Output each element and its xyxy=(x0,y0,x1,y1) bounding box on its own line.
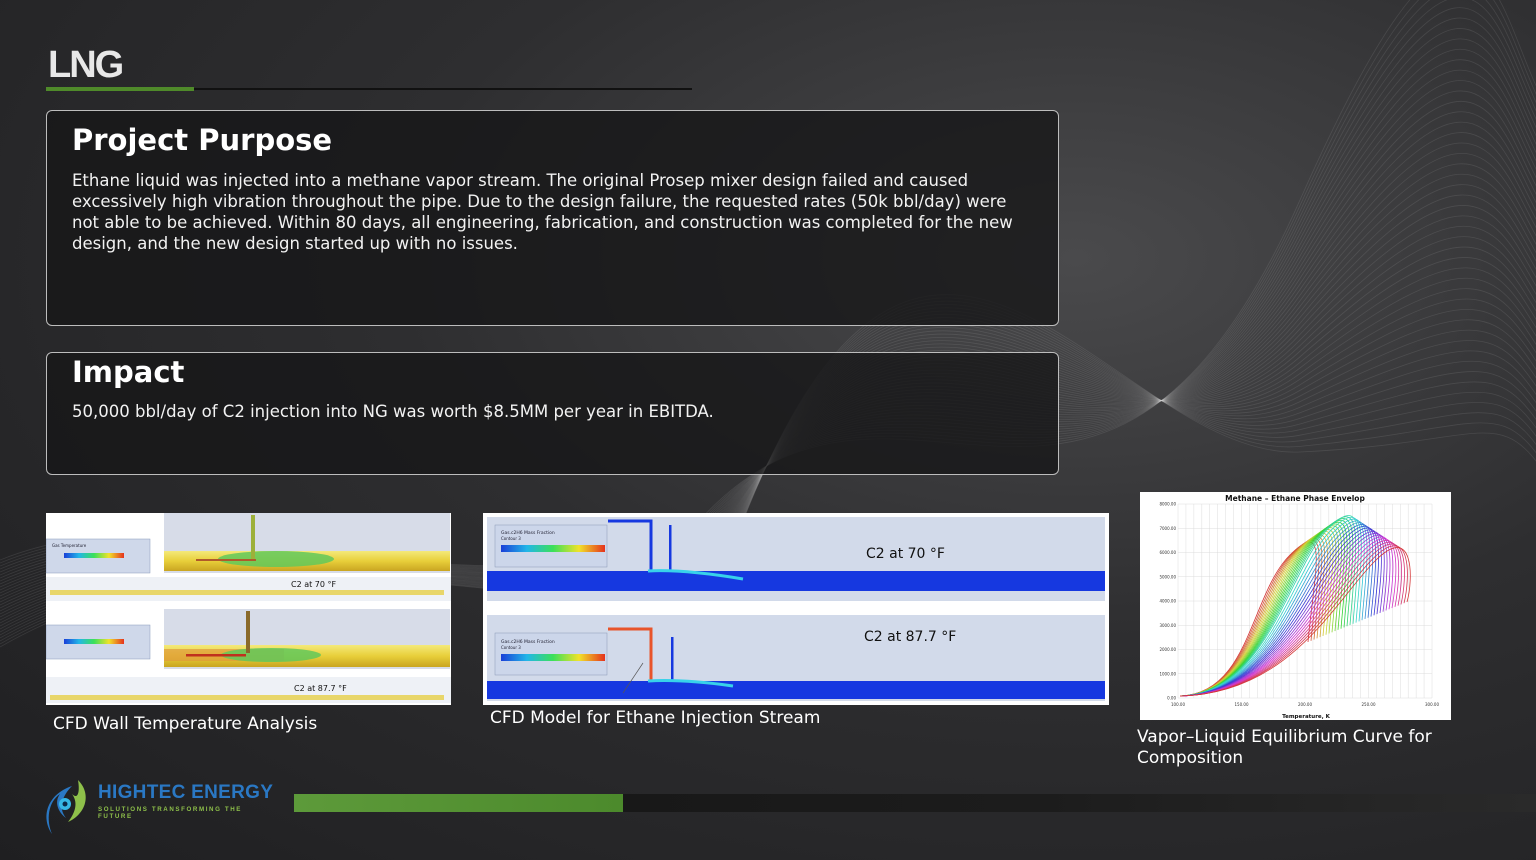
impact-heading: Impact xyxy=(72,355,185,389)
brand-name: HIGHTEC ENERGY xyxy=(98,782,274,803)
vle-caption: Vapor–Liquid Equilibrium Curve for Compo… xyxy=(1137,727,1432,768)
injection-legend-sub-bottom: Contour 3 xyxy=(501,645,521,650)
vle-x-tick-label: 100.00 xyxy=(1171,702,1185,707)
vle-y-tick-label: 0.00 xyxy=(1167,696,1176,701)
vle-chart-title: Methane – Ethane Phase Envelop xyxy=(1225,494,1365,503)
injection-label-top: C2 at 70 °F xyxy=(866,546,945,562)
project-purpose-card: Project Purpose Ethane liquid was inject… xyxy=(46,110,1059,326)
title-underline-accent xyxy=(46,87,194,91)
vle-phase-envelope-image: Methane – Ethane Phase Envelop 0.00 1000.… xyxy=(1140,492,1451,720)
wall-temp-label-top: C2 at 70 °F xyxy=(291,580,337,589)
slide-title: LNG xyxy=(48,44,124,86)
brand-tagline: SOLUTIONS TRANSFORMING THE FUTURE xyxy=(98,806,243,820)
logo-swirl-icon xyxy=(46,780,86,834)
wall-temp-legend-title: Gas Temperature xyxy=(52,543,87,548)
title-underline xyxy=(194,88,692,90)
injection-label-bottom: C2 at 87.7 °F xyxy=(864,629,956,645)
vle-x-tick-label: 200.00 xyxy=(1298,702,1312,707)
cfd-injection-caption: CFD Model for Ethane Injection Stream xyxy=(490,708,821,728)
project-purpose-heading: Project Purpose xyxy=(72,123,333,157)
wall-temp-label-bottom: C2 at 87.7 °F xyxy=(294,684,347,693)
impact-text: 50,000 bbl/day of C2 injection into NG w… xyxy=(72,402,714,421)
vle-y-tick-label: 6000.00 xyxy=(1159,550,1176,555)
cfd-wall-temperature-image: Gas Temperature C2 at 70 °F C2 at 87.7 °… xyxy=(46,513,451,705)
impact-card: Impact 50,000 bbl/day of C2 injection in… xyxy=(46,352,1059,475)
vle-x-axis-label: Temperature, K xyxy=(1282,714,1331,720)
vle-y-tick-label: 2000.00 xyxy=(1159,647,1176,652)
vle-y-tick-label: 8000.00 xyxy=(1159,502,1176,507)
vle-x-tick-label: 300.00 xyxy=(1425,702,1439,707)
vle-y-tick-label: 3000.00 xyxy=(1159,623,1176,628)
cfd-wall-temperature-caption: CFD Wall Temperature Analysis xyxy=(53,714,318,734)
cfd-injection-image: Gas.c2H6 Mass Fraction Contour 3 C2 at 7… xyxy=(483,513,1109,705)
vle-y-tick-label: 5000.00 xyxy=(1159,574,1176,579)
vle-x-tick-label: 150.00 xyxy=(1235,702,1249,707)
project-purpose-text: Ethane liquid was injected into a methan… xyxy=(72,171,1013,253)
slide-progress-bar xyxy=(294,794,1536,812)
vle-y-tick-label: 1000.00 xyxy=(1159,671,1176,676)
vle-x-tick-label: 250.00 xyxy=(1362,702,1376,707)
hightec-energy-logo: HIGHTEC ENERGY SOLUTIONS TRANSFORMING TH… xyxy=(38,772,278,844)
injection-legend-sub-top: Contour 3 xyxy=(501,536,521,541)
vle-y-tick-label: 7000.00 xyxy=(1159,526,1176,531)
slide-progress-fill xyxy=(294,794,624,812)
vle-y-tick-label: 4000.00 xyxy=(1159,599,1176,604)
